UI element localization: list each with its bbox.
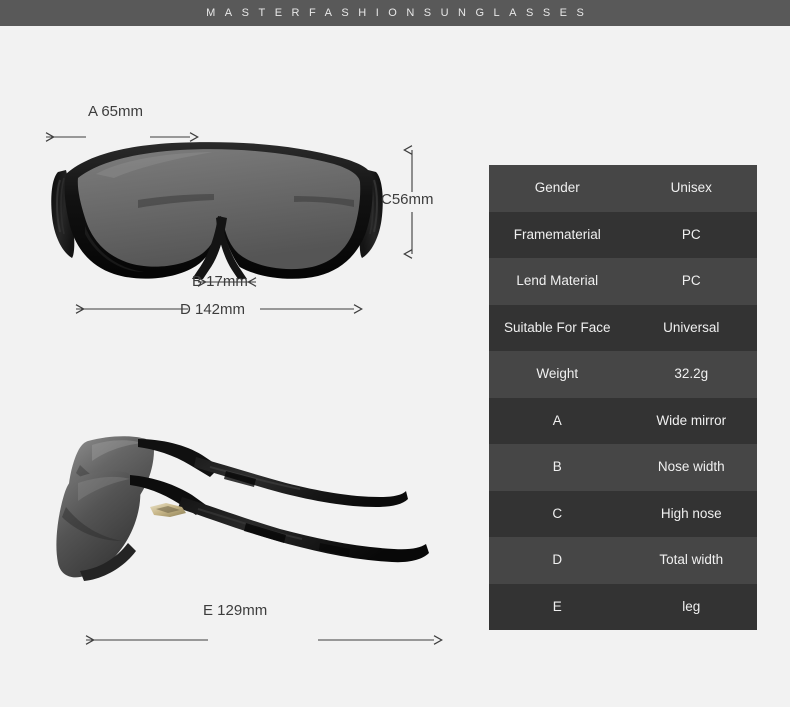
spec-table-row: Eleg bbox=[489, 583, 757, 630]
spec-row-value: 32.2g bbox=[674, 366, 709, 382]
dimension-arrow-e bbox=[80, 633, 440, 647]
spec-row-key: Lend Material bbox=[516, 273, 599, 289]
sunglasses-front-view bbox=[51, 142, 383, 280]
dimension-label-c: C56mm bbox=[381, 191, 434, 208]
spec-row-value: PC bbox=[681, 273, 701, 289]
spec-row-key: D bbox=[552, 552, 563, 568]
spec-table-row: D Total width bbox=[489, 537, 757, 584]
spec-row-value: PC bbox=[681, 226, 701, 242]
spec-row-key: A bbox=[552, 412, 562, 428]
spec-table-row: Lend Material PC bbox=[489, 258, 757, 305]
spec-table-row: Gender Unisex bbox=[489, 165, 757, 212]
spec-table-row: Framematerial PC bbox=[489, 211, 757, 258]
spec-row-value: Unisex bbox=[670, 180, 712, 196]
dimension-label-a: A 65mm bbox=[88, 103, 144, 120]
spec-row-key: Gender bbox=[534, 180, 580, 196]
spec-row-value: High nose bbox=[660, 505, 722, 521]
brand-bar: MASTERFASHIONSUNGLASSES bbox=[0, 0, 790, 26]
spec-table-row: Suitable For Face Universal bbox=[489, 304, 757, 351]
spec-row-value: Total width bbox=[659, 552, 724, 568]
sunglasses-side-view bbox=[56, 436, 429, 581]
spec-table-row: B Nose width bbox=[489, 444, 757, 491]
spec-row-value: Nose width bbox=[657, 459, 725, 475]
spec-table-row: C High nose bbox=[489, 490, 757, 537]
spec-row-key: Framematerial bbox=[513, 226, 601, 242]
content-stage: A 65mm C56mm B 17mm D 142mm E 129mm Gend… bbox=[0, 26, 790, 707]
spec-row-value: leg bbox=[682, 598, 701, 614]
spec-row-key: Weight bbox=[536, 366, 579, 382]
spec-table-row: Weight 32.2g bbox=[489, 351, 757, 398]
spec-table-row: A Wide mirror bbox=[489, 397, 757, 444]
specification-table-body: Gender Unisex Framematerial PC Lend Material… bbox=[489, 165, 757, 630]
spec-row-key: B bbox=[552, 459, 562, 475]
spec-row-value: Wide mirror bbox=[656, 412, 727, 428]
dimension-label-b: B 17mm bbox=[192, 273, 248, 290]
dimension-label-d: D 142mm bbox=[180, 301, 246, 318]
spec-row-key: Suitable For Face bbox=[503, 319, 611, 335]
specification-table: Gender Unisex Framematerial PC Lend Material… bbox=[489, 165, 757, 630]
spec-row-key: E bbox=[552, 598, 562, 614]
spec-row-key: C bbox=[552, 505, 563, 521]
dimension-label-e: E 129mm bbox=[203, 602, 268, 619]
spec-row-value: Universal bbox=[663, 319, 720, 335]
brand-name-text: MASTERFASHIONSUNGLASSES bbox=[206, 7, 594, 19]
